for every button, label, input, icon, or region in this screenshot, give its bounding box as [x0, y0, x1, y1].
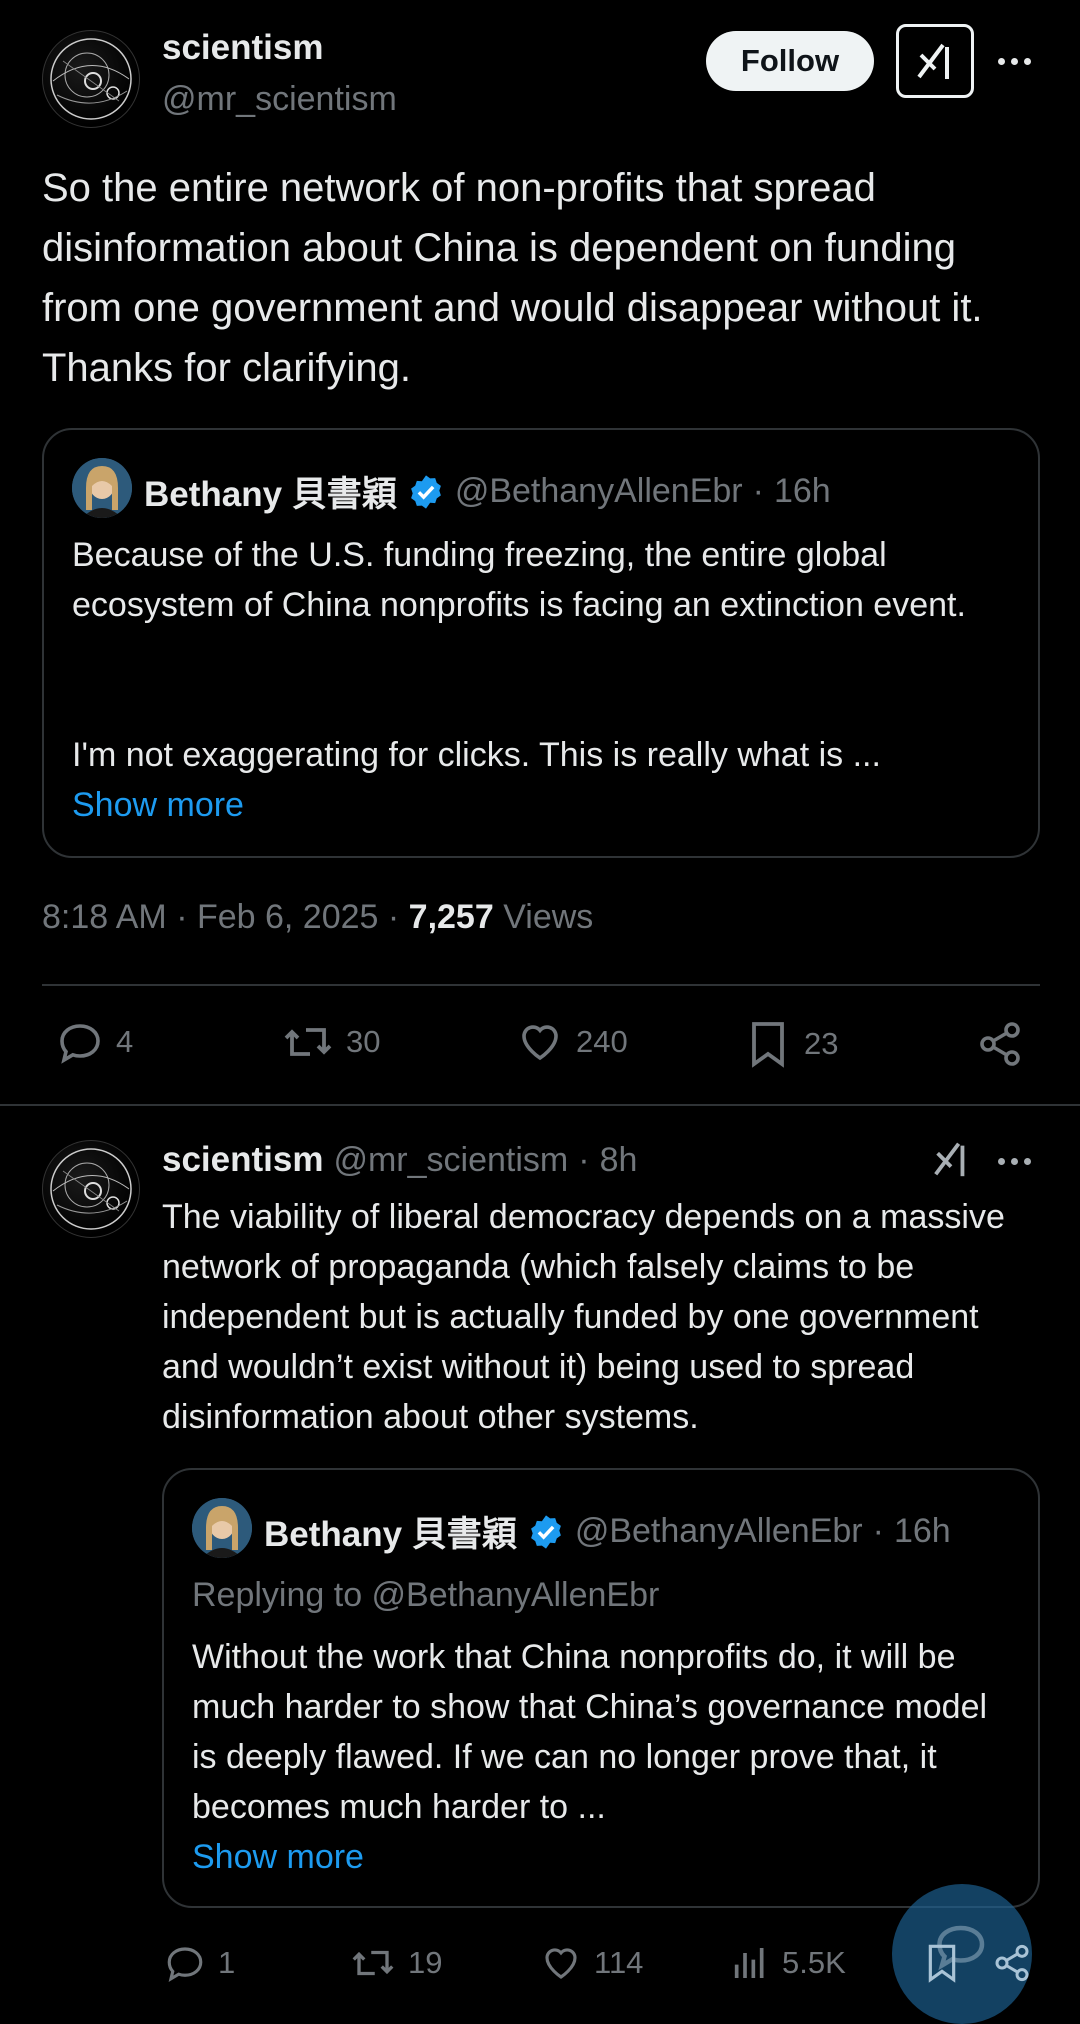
reply-icon	[60, 1024, 100, 1064]
avatar-photo-icon	[72, 458, 132, 518]
avatar-sketch-icon	[50, 1148, 132, 1230]
post-text: So the entire network of non-profits tha…	[42, 166, 983, 390]
like-button[interactable]: 240	[516, 1018, 628, 1066]
quote-author-avatar[interactable]	[72, 458, 132, 518]
follow-button[interactable]: Follow	[706, 31, 874, 91]
reply-text: The viability of liberal democracy depen…	[162, 1198, 1005, 1436]
views-icon	[734, 1948, 764, 1978]
repost-count: 19	[408, 1945, 443, 1980]
reply-author-name[interactable]: scientism	[162, 1140, 323, 1180]
author-handle[interactable]: @mr_scientism	[162, 80, 397, 119]
share-button[interactable]	[976, 1020, 1024, 1068]
share-icon	[995, 1944, 1029, 1982]
grok-button[interactable]	[896, 24, 974, 98]
like-count: 240	[576, 1024, 628, 1059]
avatar-photo-icon	[192, 1498, 252, 1558]
quote-separator: ·	[752, 472, 764, 510]
avatar-sketch-icon	[50, 38, 132, 120]
reply-icon	[167, 1947, 203, 1982]
bookmark-count: 23	[804, 1026, 839, 1061]
quote-author-name[interactable]: Bethany 貝書穎	[264, 1506, 517, 1557]
reply-button[interactable]: 4	[56, 1018, 133, 1066]
grok-icon	[934, 1142, 965, 1177]
section-divider	[0, 1104, 1080, 1106]
like-icon	[522, 1025, 558, 1061]
reply-repost-button[interactable]: 19	[350, 1942, 442, 1984]
divider	[42, 984, 1040, 986]
reply-author-avatar[interactable]	[42, 1140, 140, 1238]
verified-icon	[410, 474, 441, 509]
quote-text: Without the work that China nonprofits d…	[192, 1638, 988, 1826]
quote-text: Because of the U.S. funding freezing, th…	[72, 536, 966, 624]
bookmark-icon	[928, 1944, 956, 1983]
reply-quoted-post[interactable]: Bethany 貝書穎 @BethanyAllenEbr · 16h Reply…	[162, 1468, 1040, 1908]
reply-like-button[interactable]: 114	[540, 1942, 643, 1984]
views-label: Views	[503, 898, 594, 936]
grok-icon	[917, 43, 949, 79]
bookmark-button[interactable]: 23	[744, 1018, 838, 1070]
quote-time[interactable]: 16h	[774, 472, 831, 511]
quote-text-continued: I'm not exaggerating for clicks. This is…	[72, 736, 881, 774]
post-meta: 8:18 AM · Feb 6, 2025 · 7,257 Views	[42, 898, 593, 937]
quote-author-handle[interactable]: @BethanyAllenEbr	[455, 472, 743, 511]
quote-author-name[interactable]: Bethany 貝書穎	[144, 466, 397, 517]
repost-button[interactable]: 30	[282, 1018, 380, 1066]
reply-time[interactable]: 8h	[600, 1141, 638, 1180]
more-icon	[998, 58, 1005, 65]
show-more-link[interactable]: Show more	[72, 780, 244, 830]
like-count: 114	[594, 1945, 644, 1980]
repost-count: 30	[346, 1024, 381, 1059]
reply-grok-button[interactable]	[930, 1138, 972, 1185]
replying-to[interactable]: Replying to @BethanyAllenEbr	[192, 1570, 659, 1620]
reply-reply-button[interactable]: 1	[164, 1942, 235, 1984]
quote-author-handle[interactable]: @BethanyAllenEbr	[575, 1512, 863, 1551]
quote-author-avatar[interactable]	[192, 1498, 252, 1558]
author-name[interactable]: scientism	[162, 28, 323, 68]
post-timestamp[interactable]: 8:18 AM · Feb 6, 2025 ·	[42, 898, 399, 936]
author-avatar[interactable]	[42, 30, 140, 128]
quoted-post[interactable]: Bethany 貝書穎 @BethanyAllenEbr · 16h Becau…	[42, 428, 1040, 858]
verified-icon	[530, 1514, 561, 1549]
views-count: 7,257	[408, 898, 494, 936]
quote-separator: ·	[872, 1512, 884, 1550]
show-more-link[interactable]: Show more	[192, 1832, 364, 1882]
share-icon	[980, 1022, 1020, 1066]
views-count: 5.5K	[782, 1945, 846, 1980]
reply-author-handle[interactable]: @mr_scientism	[333, 1141, 568, 1180]
reply-more-button[interactable]	[998, 1158, 1031, 1165]
bookmark-icon	[752, 1022, 784, 1068]
repost-icon	[284, 1028, 332, 1056]
reply-bookmark-button[interactable]	[922, 1940, 962, 1991]
like-icon	[545, 1948, 577, 1979]
reply-count: 1	[218, 1945, 236, 1980]
reply-separator: ·	[578, 1140, 590, 1179]
reply-views-button[interactable]: 5.5K	[730, 1942, 846, 1984]
reply-count: 4	[116, 1024, 134, 1059]
quote-time[interactable]: 16h	[894, 1512, 951, 1551]
repost-icon	[352, 1950, 394, 1976]
reply-share-button[interactable]	[992, 1942, 1032, 1989]
more-icon	[998, 1158, 1005, 1165]
more-options-button[interactable]	[998, 58, 1031, 65]
